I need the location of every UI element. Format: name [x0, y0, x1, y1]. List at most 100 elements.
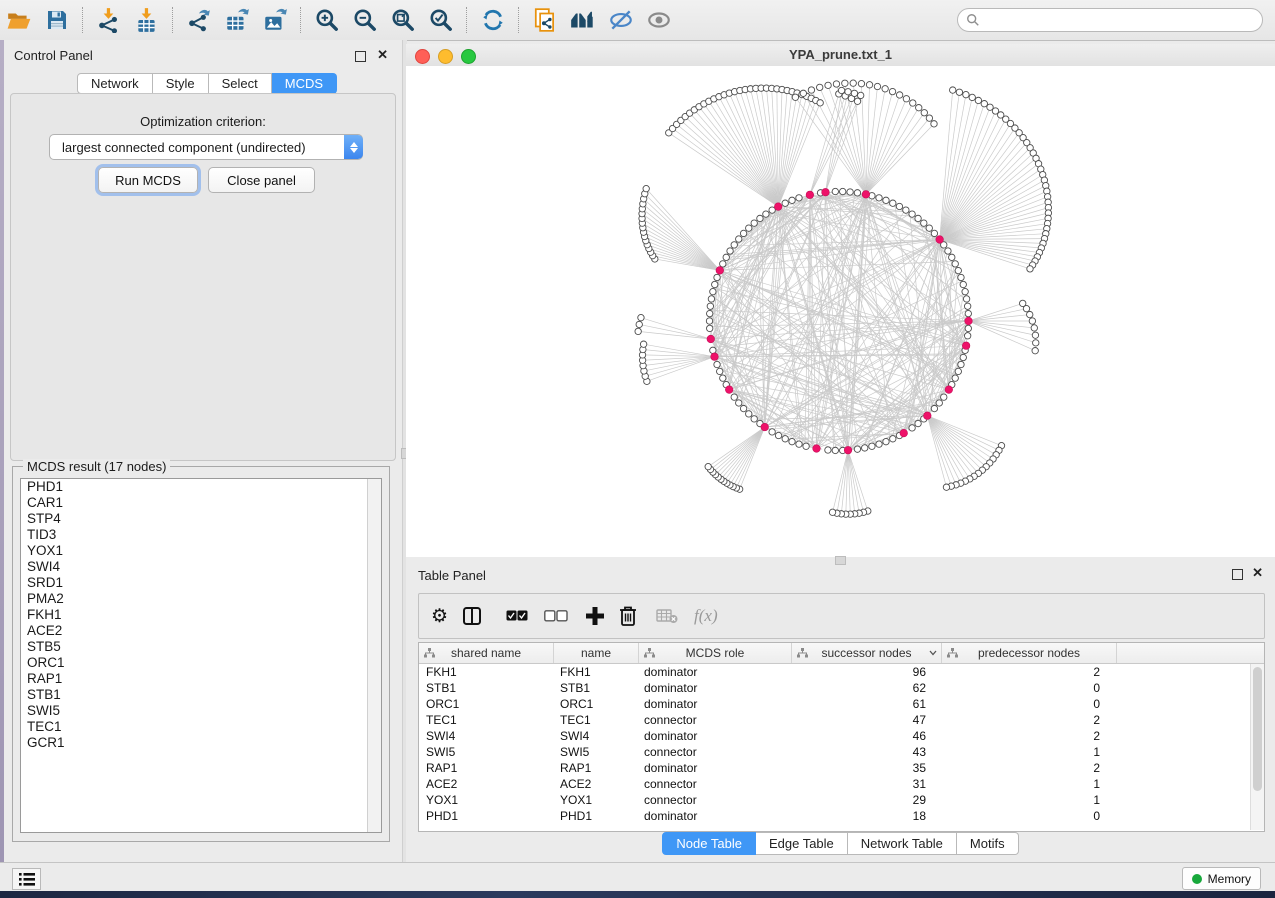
table-scrollbar[interactable]: [1250, 664, 1264, 830]
network-node[interactable]: [838, 87, 844, 93]
network-node[interactable]: [963, 91, 969, 97]
birds-eye-view-button[interactable]: [564, 4, 602, 36]
close-panel-button[interactable]: Close panel: [208, 167, 315, 193]
network-node[interactable]: [714, 274, 720, 280]
network-node[interactable]: [910, 100, 916, 106]
mcds-list-scrollbar[interactable]: [367, 479, 381, 832]
mcds-result-item[interactable]: ORC1: [21, 655, 381, 671]
network-node[interactable]: [950, 87, 956, 93]
network-node[interactable]: [832, 188, 838, 194]
network-node[interactable]: [751, 220, 757, 226]
mcds-result-item[interactable]: TEC1: [21, 719, 381, 735]
network-node[interactable]: [969, 94, 975, 100]
network-node[interactable]: [1023, 305, 1029, 311]
network-node[interactable]: [740, 405, 746, 411]
network-node[interactable]: [889, 88, 895, 94]
table-row[interactable]: ACE2ACE2connector311: [419, 776, 1264, 792]
tab-mcds[interactable]: MCDS: [272, 73, 337, 94]
deselect-all-button[interactable]: [544, 601, 568, 631]
network-node[interactable]: [909, 211, 915, 217]
network-node[interactable]: [916, 104, 922, 110]
network-node[interactable]: [958, 361, 964, 367]
network-node[interactable]: [952, 261, 958, 267]
table-row[interactable]: YOX1YOX1connector291: [419, 792, 1264, 808]
network-node[interactable]: [808, 87, 814, 93]
network-node[interactable]: [751, 416, 757, 422]
network-node[interactable]: [890, 436, 896, 442]
column-header-name[interactable]: name: [554, 643, 639, 663]
network-node[interactable]: [851, 90, 857, 96]
network-node[interactable]: [931, 405, 937, 411]
mcds-result-item[interactable]: FKH1: [21, 607, 381, 623]
mcds-result-list[interactable]: PHD1CAR1STP4TID3YOX1SWI4SRD1PMA2FKH1ACE2…: [20, 478, 382, 833]
network-node[interactable]: [1027, 311, 1033, 317]
network-node[interactable]: [915, 215, 921, 221]
network-node[interactable]: [1033, 340, 1039, 346]
network-node[interactable]: [825, 82, 831, 88]
network-node[interactable]: [708, 296, 714, 302]
network-node[interactable]: [882, 86, 888, 92]
network-node[interactable]: [638, 314, 644, 320]
network-node[interactable]: [705, 463, 711, 469]
export-image-button[interactable]: [256, 4, 294, 36]
network-node[interactable]: [858, 80, 864, 86]
zoom-out-button[interactable]: [346, 4, 384, 36]
mcds-hub-node[interactable]: [707, 335, 715, 343]
network-node[interactable]: [727, 248, 733, 254]
network-node[interactable]: [717, 368, 723, 374]
save-button[interactable]: [38, 4, 76, 36]
network-node[interactable]: [789, 438, 795, 444]
network-node[interactable]: [936, 400, 942, 406]
column-header-predecessor-nodes[interactable]: predecessor nodes: [942, 643, 1117, 663]
tab-motifs[interactable]: Motifs: [957, 832, 1019, 855]
network-node[interactable]: [720, 261, 726, 267]
zoom-fit-button[interactable]: [384, 4, 422, 36]
table-row[interactable]: PHD1PHD1dominator180: [419, 808, 1264, 824]
new-network-from-selection-button[interactable]: [526, 4, 564, 36]
network-node[interactable]: [789, 197, 795, 203]
network-node[interactable]: [706, 318, 712, 324]
network-node[interactable]: [931, 230, 937, 236]
network-titlebar[interactable]: YPA_prune.txt_1: [406, 44, 1275, 67]
mcds-hub-node[interactable]: [924, 412, 932, 420]
mcds-hub-node[interactable]: [725, 386, 733, 394]
network-node[interactable]: [712, 281, 718, 287]
node-table[interactable]: shared namenameMCDS rolesuccessor nodesp…: [418, 642, 1265, 832]
criterion-dropdown[interactable]: largest connected component (undirected): [49, 134, 363, 160]
network-node[interactable]: [945, 248, 951, 254]
network-node[interactable]: [869, 443, 875, 449]
show-details-button[interactable]: [640, 4, 678, 36]
horizontal-splitter-grip[interactable]: [835, 556, 846, 565]
mcds-hub-node[interactable]: [962, 342, 970, 350]
table-row[interactable]: SWI4SWI4dominator462: [419, 728, 1264, 744]
network-node[interactable]: [796, 441, 802, 447]
close-panel-icon[interactable]: ✕: [377, 47, 388, 63]
network-node[interactable]: [964, 303, 970, 309]
network-node[interactable]: [926, 115, 932, 121]
network-node[interactable]: [931, 121, 937, 127]
network-node[interactable]: [956, 89, 962, 95]
close-table-panel-icon[interactable]: ✕: [1252, 565, 1263, 581]
column-header-MCDS-role[interactable]: MCDS role: [639, 643, 792, 663]
network-node[interactable]: [964, 333, 970, 339]
network-node[interactable]: [775, 432, 781, 438]
network-node[interactable]: [896, 203, 902, 209]
table-row[interactable]: SWI5SWI5connector431: [419, 744, 1264, 760]
mcds-result-item[interactable]: SWI4: [21, 559, 381, 575]
table-settings-button[interactable]: ⚙: [431, 601, 448, 631]
search-field[interactable]: [957, 8, 1263, 32]
tab-node-table[interactable]: Node Table: [662, 832, 756, 855]
network-node[interactable]: [965, 310, 971, 316]
network-node[interactable]: [710, 347, 716, 353]
run-mcds-button[interactable]: Run MCDS: [98, 167, 198, 193]
mcds-hub-node[interactable]: [945, 386, 953, 394]
network-node[interactable]: [782, 436, 788, 442]
mcds-hub-node[interactable]: [822, 188, 830, 196]
mcds-hub-node[interactable]: [965, 317, 973, 325]
network-node[interactable]: [643, 185, 649, 191]
table-row[interactable]: ORC1ORC1dominator610: [419, 696, 1264, 712]
network-node[interactable]: [903, 96, 909, 102]
network-node[interactable]: [782, 200, 788, 206]
network-node[interactable]: [817, 100, 823, 106]
network-node[interactable]: [955, 368, 961, 374]
